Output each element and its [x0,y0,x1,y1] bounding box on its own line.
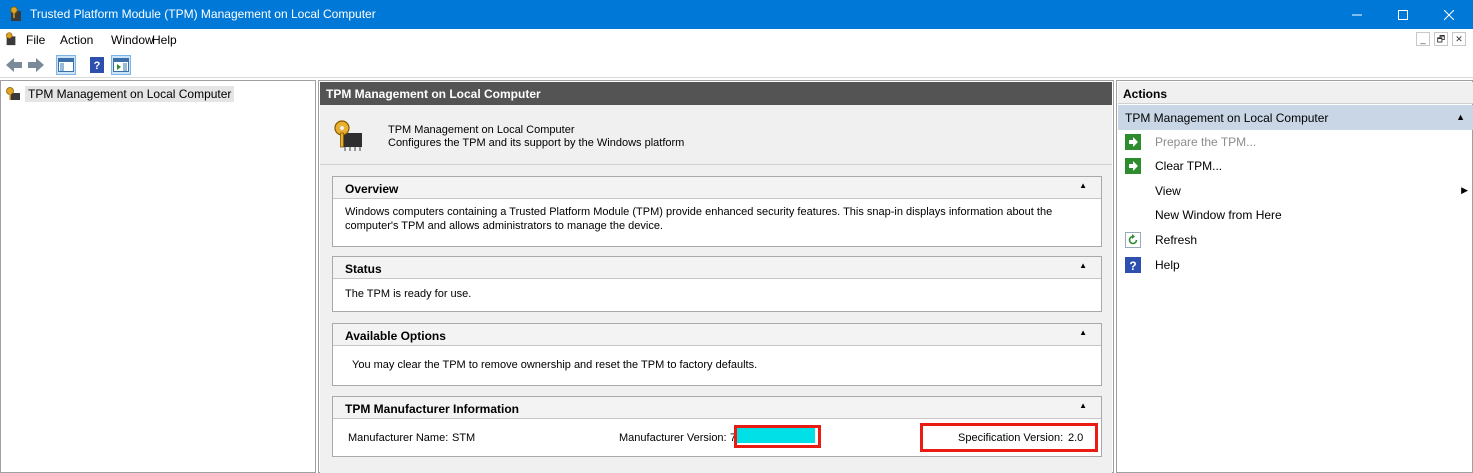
status-text: The TPM is ready for use. [345,288,472,300]
actions-header: Actions [1118,82,1473,104]
status-header[interactable]: Status ▲ [333,257,1101,279]
collapse-caret-icon[interactable]: ▲ [1079,328,1087,337]
minimize-icon [1352,14,1362,15]
menu-file[interactable]: File [26,33,45,47]
banner-subtitle: Configures the TPM and its support by th… [388,137,685,149]
action-prepare-tpm-label: Prepare the TPM... [1155,135,1257,149]
manufacturer-name-label: Manufacturer Name: [348,432,449,444]
manufacturer-title: TPM Manufacturer Information [345,402,520,416]
back-arrow-icon [6,58,22,72]
forward-arrow-icon [28,58,44,72]
action-new-window[interactable]: New Window from Here [1120,205,1470,225]
results-scroll-area: Overview ▲ Windows computers containing … [320,167,1112,473]
action-help-label: Help [1155,258,1180,272]
submenu-arrow-icon: ▶ [1461,185,1468,195]
actions-group-label: TPM Management on Local Computer [1125,111,1329,125]
mdi-close-button[interactable]: ✕ [1452,32,1466,46]
available-options-text: You may clear the TPM to remove ownershi… [352,359,758,371]
menu-help[interactable]: Help [152,33,177,47]
blank-icon [1125,183,1141,199]
manufacturer-body: Manufacturer Name: STM Manufacturer Vers… [333,419,1101,455]
minimize-button[interactable] [1334,0,1380,29]
banner-title: TPM Management on Local Computer [388,124,575,136]
maximize-button[interactable] [1380,0,1426,29]
toolbar: ? [0,51,1473,78]
svg-text:?: ? [1129,259,1136,273]
back-button[interactable] [4,55,24,75]
action-refresh[interactable]: Refresh [1120,230,1470,250]
overview-section: Overview ▲ Windows computers containing … [332,176,1102,247]
tpm-key-icon [6,87,20,100]
window-title: Trusted Platform Module (TPM) Management… [30,7,376,21]
console-tree-icon [58,58,74,72]
close-button[interactable] [1426,0,1472,29]
tree-item-label: TPM Management on Local Computer [25,86,235,102]
mdi-minimize-button[interactable]: _ [1416,32,1430,46]
available-options-title: Available Options [345,329,446,343]
tpm-chip-key-icon [334,120,362,151]
collapse-caret-icon[interactable]: ▲ [1079,261,1087,270]
tpm-app-icon [10,6,21,21]
action-prepare-tpm[interactable]: Prepare the TPM... [1120,132,1470,152]
overview-title: Overview [345,182,399,196]
action-new-window-label: New Window from Here [1155,208,1282,222]
action-clear-tpm[interactable]: Clear TPM... [1120,156,1470,176]
menu-window[interactable]: Window [111,33,154,47]
action-refresh-label: Refresh [1155,233,1198,247]
results-pane-header: TPM Management on Local Computer [320,82,1112,105]
actions-group-header[interactable]: TPM Management on Local Computer ▲ [1118,105,1473,130]
action-clear-tpm-label: Clear TPM... [1155,159,1223,173]
manufacturer-version-label: Manufacturer Version: [619,432,727,444]
green-arrow-icon [1125,158,1141,174]
forward-button[interactable] [26,55,46,75]
available-options-header[interactable]: Available Options ▲ [333,324,1101,346]
highlight-box-spec-version [920,423,1098,452]
refresh-icon [1125,232,1141,248]
collapse-caret-icon[interactable]: ▲ [1456,112,1465,122]
help-book-icon: ? [90,57,104,73]
maximize-icon [1398,9,1408,20]
mdi-restore-button[interactable]: 🗗 [1434,32,1448,46]
overview-text: Windows computers containing a Trusted P… [345,206,1053,232]
action-view-label: View [1155,184,1181,198]
results-pane: TPM Management on Local Computer TPM Man… [318,80,1114,473]
menu-bar: File Action Window Help _ 🗗 ✕ [0,29,1473,50]
console-tree-pane: TPM Management on Local Computer [0,80,316,473]
tree-item-tpm-management[interactable]: TPM Management on Local Computer [5,85,235,103]
snapin-banner: TPM Management on Local Computer Configu… [320,105,1112,165]
status-section: Status ▲ The TPM is ready for use. [332,256,1102,312]
collapse-caret-icon[interactable]: ▲ [1079,401,1087,410]
title-bar[interactable]: Trusted Platform Module (TPM) Management… [0,0,1473,29]
manufacturer-section: TPM Manufacturer Information ▲ Manufactu… [332,396,1102,457]
show-hide-action-pane-button[interactable] [111,55,131,75]
mmc-doc-icon[interactable] [4,32,18,46]
help-book-icon: ? [1125,257,1141,273]
manufacturer-header[interactable]: TPM Manufacturer Information ▲ [333,397,1101,419]
action-help[interactable]: ? Help [1120,255,1470,275]
actions-pane: Actions TPM Management on Local Computer… [1116,80,1473,473]
overview-header[interactable]: Overview ▲ [333,177,1101,199]
manufacturer-name-value: STM [452,432,476,444]
blank-icon [1125,207,1141,223]
show-hide-tree-button[interactable] [56,55,76,75]
action-view[interactable]: View ▶ [1120,181,1470,201]
action-pane-icon [113,58,129,72]
green-arrow-icon [1125,134,1141,150]
collapse-caret-icon[interactable]: ▲ [1079,181,1087,190]
close-icon [1444,9,1454,20]
help-toolbar-button[interactable]: ? [87,55,107,75]
available-options-section: Available Options ▲ You may clear the TP… [332,323,1102,386]
svg-text:?: ? [94,60,101,72]
menu-action[interactable]: Action [60,33,93,47]
highlight-box-version [734,425,821,448]
status-title: Status [345,262,382,276]
